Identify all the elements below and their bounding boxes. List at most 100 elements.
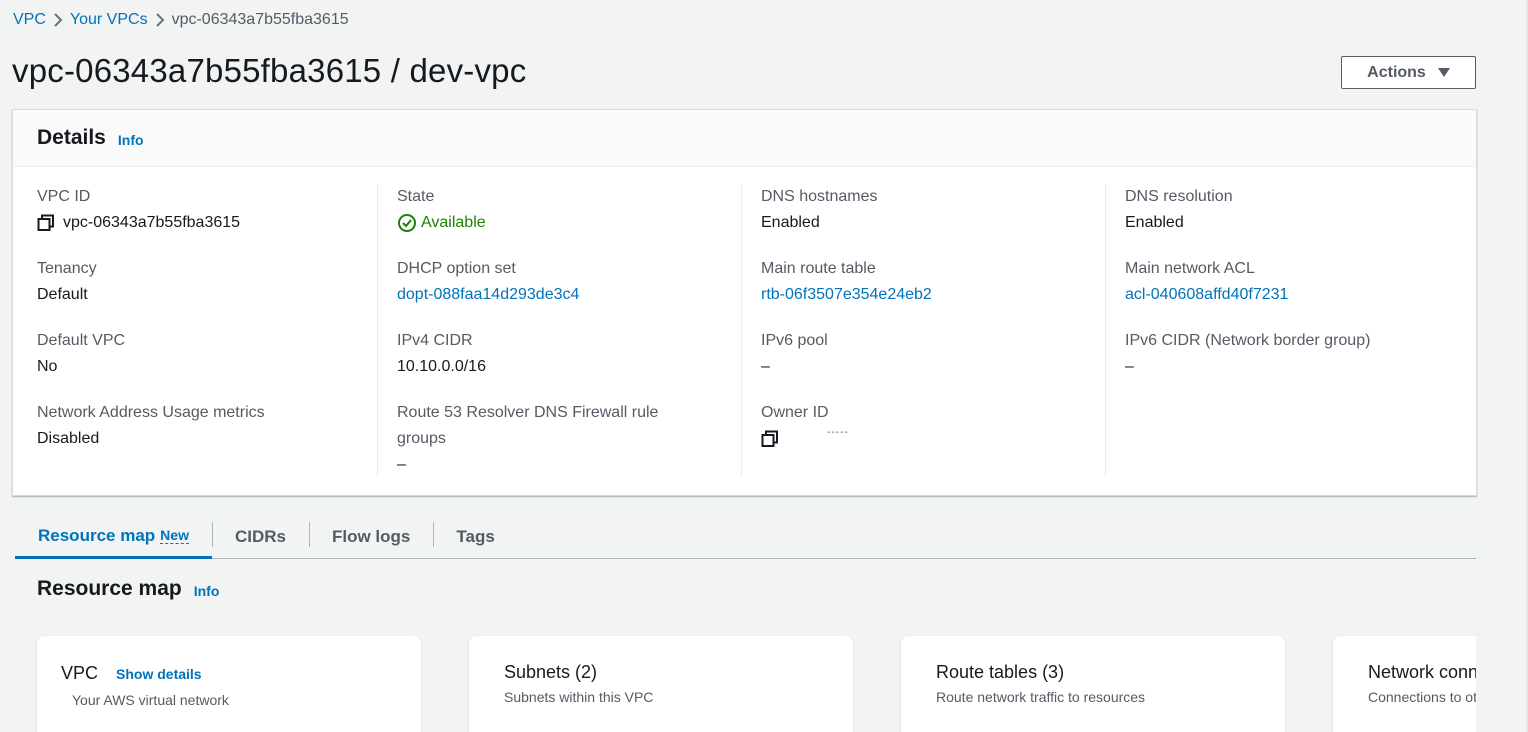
tab-resource-map[interactable]: Resource map New [15,515,212,559]
breadcrumb-vpc[interactable]: VPC [13,11,46,29]
content-clip [1476,600,1528,732]
details-info-link[interactable]: Info [118,132,144,148]
field-label-line-2: groups [397,430,446,447]
page-title: vpc-06343a7b55fba3615 / dev-vpc [12,52,527,89]
details-column-2: State Available DHCP option set dopt-088… [377,184,741,477]
field-label: IPv4 CIDR [397,332,473,349]
field-vpc-id: VPC ID vpc-06343a7b55fba3615 [37,184,377,238]
actions-button[interactable]: Actions [1341,56,1476,89]
state-text: Available [421,214,486,231]
copy-icon[interactable] [761,430,779,448]
field-label: Network Address Usage metrics [37,404,265,421]
field-label: Main route table [761,260,876,277]
field-label: IPv6 pool [761,332,828,349]
card-title: Subnets (2) [504,662,598,682]
field-label: DNS resolution [1125,188,1233,205]
vpc-detail-page: VPC Your VPCs vpc-06343a7b55fba3615 vpc-… [0,0,1528,732]
field-ipv6-cidr: IPv6 CIDR (Network border group) – [1125,328,1469,382]
field-label: VPC ID [37,188,91,205]
card-subtitle: Route network traffic to resources [936,689,1146,705]
details-header: Details Info [13,110,1476,167]
field-value: Enabled [761,214,820,231]
main-route-table-link[interactable]: rtb-06f3507e354e24eb2 [761,282,1105,308]
tab-label: Tags [456,526,495,546]
status-value: Available [397,210,741,236]
vpc-card: VPC Show details Your AWS virtual networ… [37,636,421,732]
tab-cidrs[interactable]: CIDRs [211,515,309,558]
show-details-link[interactable]: Show details [116,666,202,682]
resource-map-header: Resource map Info [37,577,219,601]
subnets-card[interactable]: Subnets (2) Subnets within this VPC [469,636,853,732]
card-subtitle: Connections to other networks [1368,689,1476,705]
field-dns-firewall-rule-groups: Route 53 Resolver DNS Firewall rule grou… [397,400,741,478]
field-dhcp-option-set: DHCP option set dopt-088faa14d293de3c4 [397,256,741,310]
copy-icon[interactable] [37,214,55,232]
field-dns-resolution: DNS resolution Enabled [1125,184,1469,238]
field-ipv4-cidr: IPv4 CIDR 10.10.0.0/16 [397,328,741,382]
caret-down-icon [1437,68,1450,77]
field-value: – [1125,358,1134,375]
new-badge: New [160,527,189,544]
field-label: State [397,188,435,205]
field-value: Default [37,286,88,303]
resource-map-info-link[interactable]: Info [194,583,220,599]
status-check-icon [397,213,417,233]
main-network-acl-link[interactable]: acl-040608affd40f7231 [1125,282,1469,308]
field-label: Owner ID [761,404,829,421]
details-column-3: DNS hostnames Enabled Main route table r… [741,184,1105,477]
field-value: ----- [761,426,1105,452]
field-owner-id: Owner ID ----- [761,400,1105,454]
details-body: VPC ID vpc-06343a7b55fba3615 Tenancy Def… [13,167,1476,497]
card-title: VPC Show details [61,663,202,684]
field-value: vpc-06343a7b55fba3615 [37,210,377,236]
card-title: Network connections [1368,662,1476,682]
field-label: DNS hostnames [761,188,878,205]
field-ipv6-pool: IPv6 pool – [761,328,1105,382]
card-subtitle: Your AWS virtual network [72,692,229,708]
field-state: State Available [397,184,741,238]
details-column-1: VPC ID vpc-06343a7b55fba3615 Tenancy Def… [13,184,377,477]
field-value: Enabled [1125,214,1184,231]
field-main-network-acl: Main network ACL acl-040608affd40f7231 [1125,256,1469,310]
field-label-line-1: Route 53 Resolver DNS Firewall rule [397,404,659,421]
field-label: Main network ACL [1125,260,1255,277]
field-label: Tenancy [37,260,97,277]
route-tables-card[interactable]: Route tables (3) Route network traffic t… [901,636,1285,732]
details-column-4: DNS resolution Enabled Main network ACL … [1105,184,1469,477]
field-tenancy: Tenancy Default [37,256,377,310]
field-dns-hostnames: DNS hostnames Enabled [761,184,1105,238]
tab-label: Resource map [38,525,156,545]
field-value: Disabled [37,430,100,447]
tab-label: Flow logs [331,526,411,546]
tab-tags[interactable]: Tags [433,515,517,558]
network-connections-card[interactable]: Network connections Connections to other… [1333,636,1476,732]
card-title: Route tables (3) [936,662,1065,682]
chevron-right-icon [148,13,172,27]
card-subtitle: Subnets within this VPC [504,689,654,705]
details-title: Details [37,126,106,149]
field-label: DHCP option set [397,260,516,277]
breadcrumb-your-vpcs[interactable]: Your VPCs [70,11,148,29]
details-panel: Details Info VPC ID vpc-06343a7b55fba361… [12,109,1477,496]
tab-flow-logs[interactable]: Flow logs [308,515,433,558]
dhcp-option-set-link[interactable]: dopt-088faa14d293de3c4 [397,282,741,308]
owner-id-redacted: ----- [827,427,849,438]
tab-label: CIDRs [234,526,286,546]
field-value: No [37,358,58,375]
field-value: – [761,358,770,375]
chevron-right-icon [46,13,70,27]
field-default-vpc: Default VPC No [37,328,377,382]
field-label: Default VPC [37,332,126,349]
field-nau-metrics: Network Address Usage metrics Disabled [37,400,377,454]
vpc-card-title: VPC [61,663,99,683]
breadcrumb-current: vpc-06343a7b55fba3615 [171,11,349,28]
breadcrumb: VPC Your VPCs vpc-06343a7b55fba3615 [13,9,349,31]
resource-map-title: Resource map [37,577,182,600]
detail-tabs: Resource map New CIDRs Flow logs Tags [15,515,1476,559]
field-label: IPv6 CIDR (Network border group) [1125,332,1371,349]
vpc-id-value: vpc-06343a7b55fba3615 [63,214,241,231]
field-value: – [397,456,406,473]
field-main-route-table: Main route table rtb-06f3507e354e24eb2 [761,256,1105,310]
field-value: 10.10.0.0/16 [397,358,486,375]
actions-label: Actions [1367,63,1426,81]
